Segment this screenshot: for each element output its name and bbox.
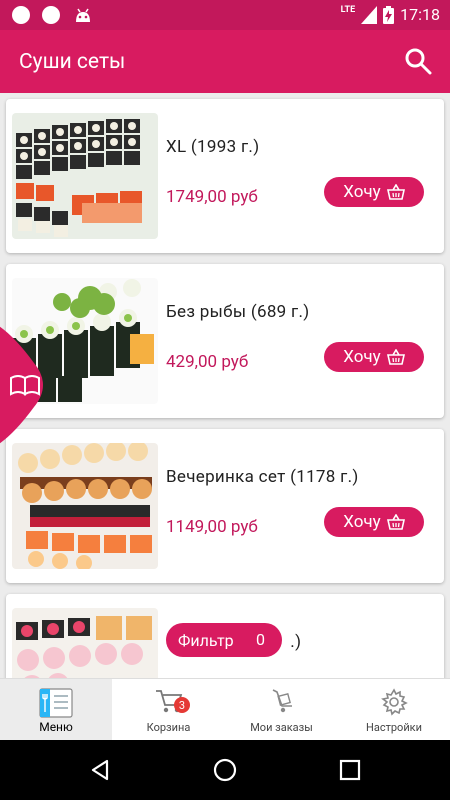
home-icon[interactable] xyxy=(212,757,238,783)
bottom-navigation: Меню Корзина Мои заказы Настройки xyxy=(0,678,450,741)
want-button-label: Хочу xyxy=(343,182,381,202)
signal-icon xyxy=(361,5,378,24)
nav-settings[interactable]: Настройки xyxy=(338,679,450,741)
clock: 17:18 xyxy=(400,5,440,24)
product-name-end: .) xyxy=(290,632,302,652)
system-navigation-bar xyxy=(0,740,450,800)
product-price: 1749,00 руб xyxy=(166,187,258,207)
basket-icon xyxy=(386,349,405,365)
product-image xyxy=(12,113,158,239)
product-price: 429,00 руб xyxy=(166,352,249,372)
filter-label: Фильтр xyxy=(178,630,234,650)
android-icon xyxy=(76,8,90,22)
product-card[interactable]: Вечеринка сет (1178 г.) 1149,00 руб Хочу xyxy=(6,429,444,583)
nav-cart[interactable]: Корзина xyxy=(112,679,225,741)
product-image xyxy=(12,443,158,569)
basket-icon xyxy=(386,514,405,530)
status-bar: LTE 17:18 xyxy=(0,0,450,30)
settings-icon xyxy=(381,688,408,716)
product-card[interactable]: XL (1993 г.) 1749,00 руб Хочу xyxy=(6,99,444,253)
app-bar: Суши сеты xyxy=(0,30,450,93)
nav-menu-label: Меню xyxy=(39,720,73,734)
product-price: 1149,00 руб xyxy=(166,517,258,537)
nav-menu[interactable]: Меню xyxy=(0,679,112,741)
battery-charging-icon xyxy=(383,5,395,24)
product-list[interactable]: XL (1993 г.) 1749,00 руб Хочу Без рыбы (… xyxy=(0,93,450,678)
want-button-label: Хочу xyxy=(343,347,381,367)
recents-icon[interactable] xyxy=(339,759,361,781)
want-button[interactable]: Хочу xyxy=(324,342,424,372)
cart-badge: 3 xyxy=(174,697,190,713)
nav-orders[interactable]: Мои заказы xyxy=(225,679,338,741)
want-button[interactable]: Хочу xyxy=(324,507,424,537)
nav-cart-label: Корзина xyxy=(146,721,191,734)
side-menu-tab[interactable] xyxy=(0,323,58,447)
want-button-label: Хочу xyxy=(343,512,381,532)
product-name: Вечеринка сет (1178 г.) xyxy=(166,467,359,487)
page-title: Суши сеты xyxy=(19,50,126,74)
notification-dot-icon xyxy=(42,6,60,24)
menu-icon xyxy=(39,688,73,718)
want-button[interactable]: Хочу xyxy=(324,177,424,207)
basket-icon xyxy=(386,184,405,200)
search-icon[interactable] xyxy=(404,47,432,75)
filter-count: 0 xyxy=(256,630,265,649)
product-name: Без рыбы (689 г.) xyxy=(166,302,310,322)
notification-dot-icon xyxy=(12,6,30,24)
nav-orders-label: Мои заказы xyxy=(250,721,313,734)
filter-button[interactable]: Фильтр 0 xyxy=(166,623,282,657)
product-name: XL (1993 г.) xyxy=(166,137,260,157)
product-card[interactable]: Без рыбы (689 г.) 429,00 руб Хочу xyxy=(6,264,444,418)
back-icon[interactable] xyxy=(88,758,112,782)
nav-settings-label: Настройки xyxy=(366,721,422,734)
orders-icon xyxy=(272,689,292,713)
network-type: LTE xyxy=(340,4,356,15)
product-image xyxy=(12,608,158,678)
